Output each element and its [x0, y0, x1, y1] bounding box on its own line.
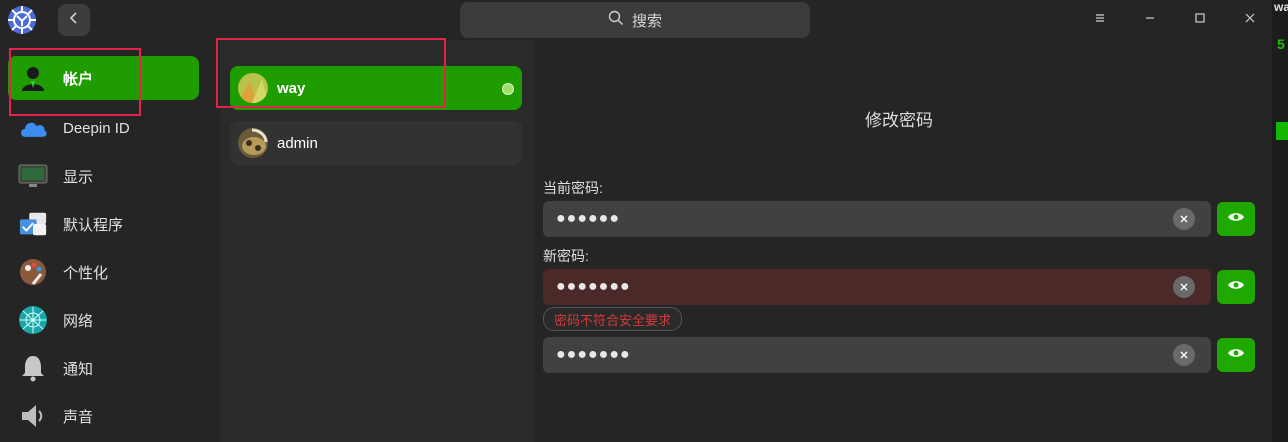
adjacent-window-edge [1272, 0, 1288, 442]
current-password-label: 当前密码: [543, 180, 603, 196]
adjacent-window-bar [1276, 122, 1288, 140]
minimize-icon [1144, 11, 1156, 29]
clear-icon[interactable] [1173, 276, 1195, 298]
sidebar-item-label: 显示 [63, 168, 94, 186]
account-name: admin [277, 134, 318, 152]
clear-icon[interactable] [1173, 208, 1195, 230]
adjacent-window-number: 5 [1277, 36, 1285, 52]
show-current-password-button[interactable] [1217, 202, 1255, 236]
eye-icon [1227, 210, 1245, 228]
settings-logo-icon [6, 4, 38, 36]
close-button[interactable] [1238, 8, 1262, 32]
sidebar-item-label: 网络 [63, 312, 94, 330]
password-error-tooltip: 密码不符合安全要求 [543, 307, 683, 331]
sidebar-item-personalization[interactable]: 个性化 [8, 250, 199, 294]
repeat-password-value: ●●●●●●● [556, 346, 631, 363]
sidebar-item-display[interactable]: 显示 [8, 154, 199, 198]
bell-icon [18, 353, 48, 383]
online-status-dot [502, 83, 514, 95]
clear-icon[interactable] [1173, 344, 1195, 366]
back-button[interactable] [58, 4, 90, 36]
avatar [238, 128, 268, 158]
sidebar-item-notifications[interactable]: 通知 [8, 346, 199, 390]
menu-button[interactable] [1088, 8, 1112, 32]
default-apps-icon [18, 209, 48, 239]
search-placeholder: 搜索 [631, 12, 662, 30]
sidebar-item-network[interactable]: 网络 [8, 298, 199, 342]
display-icon [18, 161, 48, 191]
sidebar-item-label: 个性化 [63, 264, 109, 282]
current-password-field[interactable]: ●●●●●● [543, 201, 1211, 237]
sidebar-item-sound[interactable]: 声音 [8, 394, 199, 438]
repeat-password-field[interactable]: ●●●●●●● [543, 337, 1211, 373]
show-new-password-button[interactable] [1217, 270, 1255, 304]
speaker-icon [18, 401, 48, 431]
minimize-button[interactable] [1138, 8, 1162, 32]
maximize-icon [1194, 11, 1206, 29]
maximize-button[interactable] [1188, 8, 1212, 32]
search-icon [608, 10, 624, 30]
new-password-value: ●●●●●●● [556, 278, 631, 295]
cloud-icon [18, 113, 48, 143]
highlight-box-user-way [216, 38, 446, 108]
change-password-pane [534, 40, 1272, 442]
sidebar-item-default-apps[interactable]: 默认程序 [8, 202, 199, 246]
account-item-admin[interactable]: admin [230, 121, 522, 165]
sidebar-item-label: 通知 [63, 360, 94, 378]
personalization-icon [18, 257, 48, 287]
sidebar-item-label: 声音 [63, 408, 94, 426]
sidebar-item-label: 默认程序 [63, 216, 124, 234]
page-title: 修改密码 [865, 111, 933, 130]
highlight-box-accounts [9, 48, 141, 116]
show-repeat-password-button[interactable] [1217, 338, 1255, 372]
current-password-value: ●●●●●● [556, 210, 620, 227]
close-icon [1244, 11, 1256, 29]
sidebar-item-label: Deepin ID [63, 119, 130, 137]
new-password-field[interactable]: ●●●●●●● [543, 269, 1211, 305]
new-password-label: 新密码: [543, 248, 589, 264]
eye-icon [1227, 346, 1245, 364]
search-bar[interactable]: 搜索 [460, 2, 810, 38]
menu-icon [1094, 11, 1106, 29]
adjacent-window-text: wa [1274, 0, 1288, 14]
back-chevron-icon [68, 11, 80, 29]
network-icon [18, 305, 48, 335]
eye-icon [1227, 278, 1245, 296]
